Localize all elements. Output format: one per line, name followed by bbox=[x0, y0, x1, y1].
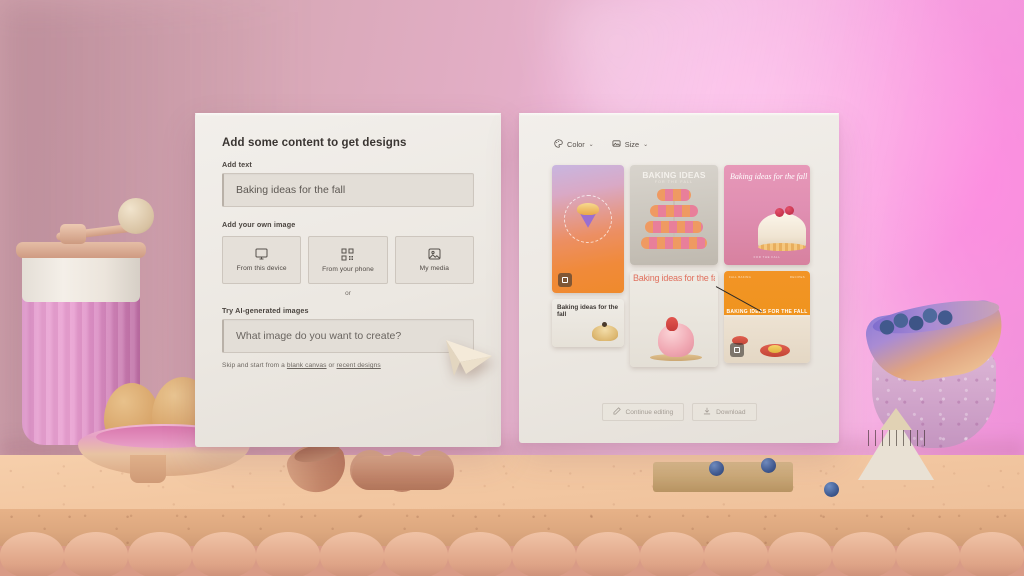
add-text-input[interactable]: Baking ideas for the fall bbox=[222, 173, 474, 207]
content-input-panel: Add some content to get designs Add text… bbox=[195, 113, 501, 447]
ai-prompt-placeholder: What image do you want to create? bbox=[236, 330, 402, 342]
design-headline: BAKING IDEAS bbox=[642, 170, 706, 180]
image-badge bbox=[558, 273, 572, 287]
design-thumbnail[interactable]: Baking ideas for the fall bbox=[552, 299, 624, 347]
design-thumbnail[interactable]: Baking ideas for the fall Baking ideas f… bbox=[630, 271, 718, 367]
size-label: Size bbox=[624, 140, 640, 149]
design-caption: FOR THE FALL bbox=[753, 255, 781, 259]
design-grid: Baking ideas for the fall BAKING IDEAS F… bbox=[552, 165, 810, 367]
pencil-icon bbox=[612, 407, 621, 417]
design-text: Baking ideas for the fall Baking ideas f… bbox=[633, 274, 715, 283]
blueberry bbox=[761, 458, 776, 473]
cherry bbox=[785, 206, 794, 215]
size-filter-dropdown[interactable]: Size ⌄ bbox=[612, 139, 648, 150]
qr-code-icon bbox=[341, 248, 354, 261]
or-divider: or bbox=[345, 290, 351, 297]
cupcake-frosting bbox=[577, 203, 599, 216]
color-filter-dropdown[interactable]: Color ⌄ bbox=[554, 139, 594, 150]
recent-designs-link[interactable]: recent designs bbox=[337, 362, 381, 369]
image-badge bbox=[730, 343, 744, 357]
ai-prompt-input[interactable]: What image do you want to create? bbox=[222, 319, 474, 353]
chevron-down-icon: ⌄ bbox=[588, 142, 594, 148]
cone-object-tip bbox=[880, 408, 912, 430]
my-media-label: My media bbox=[419, 265, 450, 272]
design-thumbnail[interactable] bbox=[552, 165, 624, 293]
design-subhead: FOR THE FALL bbox=[654, 180, 694, 184]
chevron-down-icon: ⌄ bbox=[643, 142, 649, 148]
design-thumbnail[interactable]: FALL BAKING RECIPES BAKING IDEAS FOR THE… bbox=[724, 271, 810, 363]
add-image-label: Add your own image bbox=[222, 220, 296, 229]
footnote-prefix: Skip and start from a bbox=[222, 362, 287, 369]
from-your-phone-button[interactable]: From your phone bbox=[308, 236, 388, 284]
ai-images-label: Try AI-generated images bbox=[222, 306, 309, 315]
design-results-panel: Color ⌄ Size ⌄ Baking ideas for the fall bbox=[519, 113, 839, 443]
design-thumbnail[interactable]: BAKING IDEAS FOR THE FALL bbox=[630, 165, 718, 265]
skip-footnote: Skip and start from a blank canvas or re… bbox=[222, 362, 474, 369]
lemon-slice bbox=[768, 345, 782, 353]
corner-right-label: RECIPES bbox=[789, 275, 805, 279]
corner-left-label: FALL BAKING bbox=[729, 275, 752, 279]
blank-canvas-link[interactable]: blank canvas bbox=[287, 362, 327, 369]
panel-actions: Continue editing Download bbox=[519, 403, 839, 421]
add-text-label: Add text bbox=[222, 160, 252, 169]
add-text-value: Baking ideas for the fall bbox=[236, 184, 346, 196]
footnote-middle: or bbox=[326, 362, 337, 369]
palette-icon bbox=[554, 139, 563, 150]
download-button[interactable]: Download bbox=[692, 403, 757, 421]
download-icon bbox=[703, 407, 711, 417]
image-source-buttons: From this device From your phone My medi… bbox=[222, 236, 474, 284]
color-label: Color bbox=[567, 140, 585, 149]
design-text: Baking ideas for the fall bbox=[730, 172, 808, 181]
my-media-button[interactable]: My media bbox=[394, 236, 474, 284]
scalloped-trim bbox=[0, 532, 1024, 576]
blueberry bbox=[709, 461, 724, 476]
design-thumbnail[interactable]: Baking ideas for the fall FOR THE FALL bbox=[724, 165, 810, 265]
design-corner-labels: FALL BAKING RECIPES bbox=[729, 275, 805, 279]
photo-icon bbox=[428, 248, 441, 260]
design-toolbar: Color ⌄ Size ⌄ bbox=[519, 113, 839, 150]
photo-scene bbox=[0, 0, 1024, 576]
pastry-illustration bbox=[592, 322, 618, 341]
continue-editing-label: Continue editing bbox=[625, 408, 674, 416]
coffee-grinder-knob bbox=[118, 198, 154, 234]
cherry bbox=[775, 208, 784, 217]
download-label: Download bbox=[716, 408, 746, 416]
from-this-device-label: From this device bbox=[236, 265, 287, 272]
page-title: Add some content to get designs bbox=[222, 137, 407, 149]
flower-cookie-cutter bbox=[352, 456, 454, 490]
cone-object-markings bbox=[868, 430, 926, 446]
monitor-icon bbox=[255, 248, 268, 260]
blueberry bbox=[824, 482, 839, 497]
dome-cake-illustration bbox=[758, 213, 806, 251]
coffee-grinder-lid bbox=[16, 242, 146, 258]
design-band-text: BAKING IDEAS FOR THE FALL bbox=[726, 309, 808, 315]
strawberry-illustration bbox=[666, 317, 678, 331]
from-your-phone-label: From your phone bbox=[322, 265, 374, 273]
coffee-grinder-post bbox=[60, 224, 86, 244]
continue-editing-button[interactable]: Continue editing bbox=[601, 403, 685, 421]
design-text: Baking ideas for the fall bbox=[557, 304, 619, 319]
from-this-device-button[interactable]: From this device bbox=[222, 236, 302, 284]
frame-icon bbox=[612, 139, 621, 150]
egg-bowl-pedestal bbox=[130, 455, 166, 483]
